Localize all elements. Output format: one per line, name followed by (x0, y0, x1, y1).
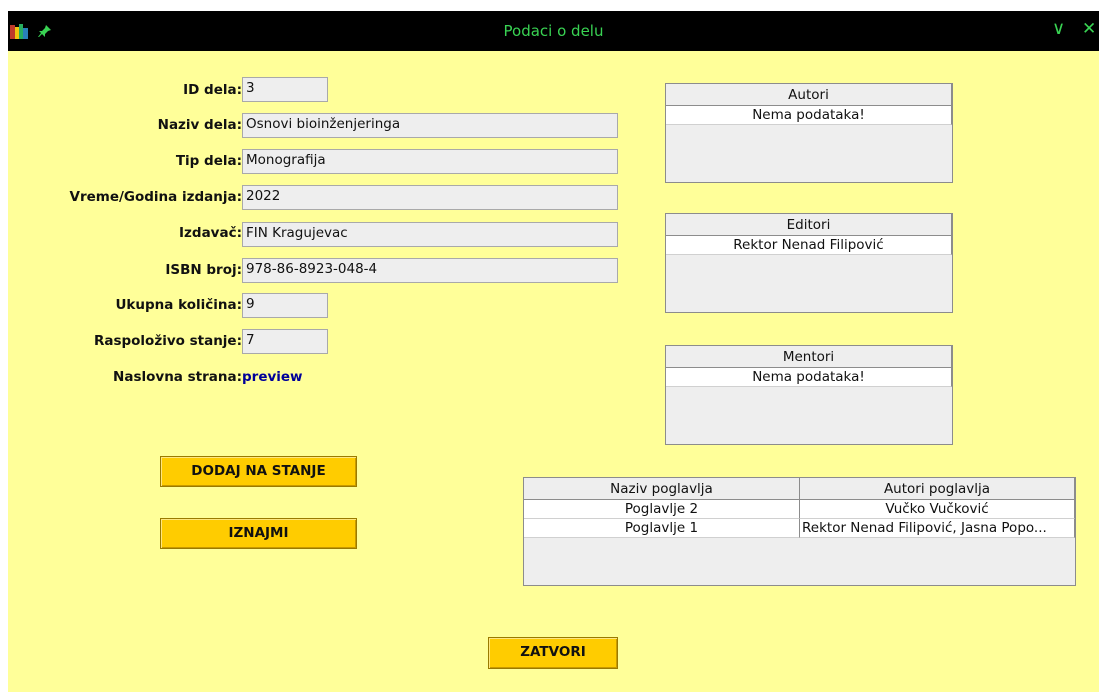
screen: Podaci o delu ∨ ✕ ID dela: Naziv dela: T… (0, 0, 1099, 692)
poglavlja-table[interactable]: Naziv poglavlja Autori poglavlja Poglavl… (523, 477, 1076, 586)
tip-field[interactable]: Monografija (242, 149, 618, 174)
mentori-header[interactable]: Mentori (666, 346, 952, 368)
iznajmi-button[interactable]: IZNAJMI (160, 518, 357, 549)
table-cell[interactable]: Rektor Nenad Filipović, Jasna Popo... (800, 519, 1075, 538)
close-icon[interactable]: ✕ (1082, 20, 1096, 38)
raspolozivo-field[interactable]: 7 (242, 329, 328, 354)
naziv-field[interactable]: Osnovi bioinženjeringa (242, 113, 618, 138)
dodaj-na-stanje-button[interactable]: DODAJ NA STANJE (160, 456, 357, 487)
ukupna-field[interactable]: 9 (242, 293, 328, 318)
table-cell[interactable]: Rektor Nenad Filipović (666, 236, 952, 255)
table-cell[interactable]: Poglavlje 1 (524, 519, 800, 538)
table-cell[interactable]: Poglavlje 2 (524, 500, 800, 519)
id-field[interactable]: 3 (242, 77, 328, 102)
zatvori-button[interactable]: ZATVORI (488, 637, 618, 669)
dialog-window: Podaci o delu ∨ ✕ ID dela: Naziv dela: T… (8, 11, 1099, 692)
mentori-table[interactable]: Mentori Nema podataka! (665, 345, 953, 445)
raspolozivo-label: Raspoloživo stanje: (93, 333, 242, 349)
vreme-field[interactable]: 2022 (242, 185, 618, 210)
id-label: ID dela: (183, 82, 242, 98)
isbn-label: ISBN broj: (165, 262, 242, 278)
ukupna-label: Ukupna količina: (115, 297, 242, 313)
editori-table[interactable]: Editori Rektor Nenad Filipović (665, 213, 953, 313)
window-title: Podaci o delu (503, 22, 604, 40)
table-row[interactable]: Nema podataka! (666, 368, 952, 387)
table-cell[interactable]: Nema podataka! (666, 368, 952, 387)
naziv-label: Naziv dela: (157, 117, 242, 133)
editori-header[interactable]: Editori (666, 214, 952, 236)
naziv-poglavlja-header[interactable]: Naziv poglavlja (524, 478, 800, 500)
table-cell[interactable]: Nema podataka! (666, 106, 952, 125)
naslovna-label: Naslovna strana: (113, 369, 242, 385)
title-bar[interactable]: Podaci o delu ∨ ✕ (8, 11, 1099, 51)
table-row[interactable]: Nema podataka! (666, 106, 952, 125)
isbn-field[interactable]: 978-86-8923-048-4 (242, 258, 618, 283)
autori-table[interactable]: Autori Nema podataka! (665, 83, 953, 183)
table-cell[interactable]: Vučko Vučković (800, 500, 1075, 519)
autori-poglavlja-header[interactable]: Autori poglavlja (800, 478, 1075, 500)
tip-label: Tip dela: (175, 153, 242, 169)
izdavac-label: Izdavač: (179, 225, 242, 241)
vreme-label: Vreme/Godina izdanja: (69, 189, 243, 205)
autori-header[interactable]: Autori (666, 84, 952, 106)
table-row[interactable]: Rektor Nenad Filipović (666, 236, 952, 255)
minimize-icon[interactable]: ∨ (1052, 20, 1065, 38)
table-row[interactable]: Poglavlje 2 Vučko Vučković (524, 500, 1075, 519)
table-row[interactable]: Poglavlje 1 Rektor Nenad Filipović, Jasn… (524, 519, 1075, 538)
izdavac-field[interactable]: FIN Kragujevac (242, 222, 618, 247)
preview-link[interactable]: preview (242, 369, 303, 385)
